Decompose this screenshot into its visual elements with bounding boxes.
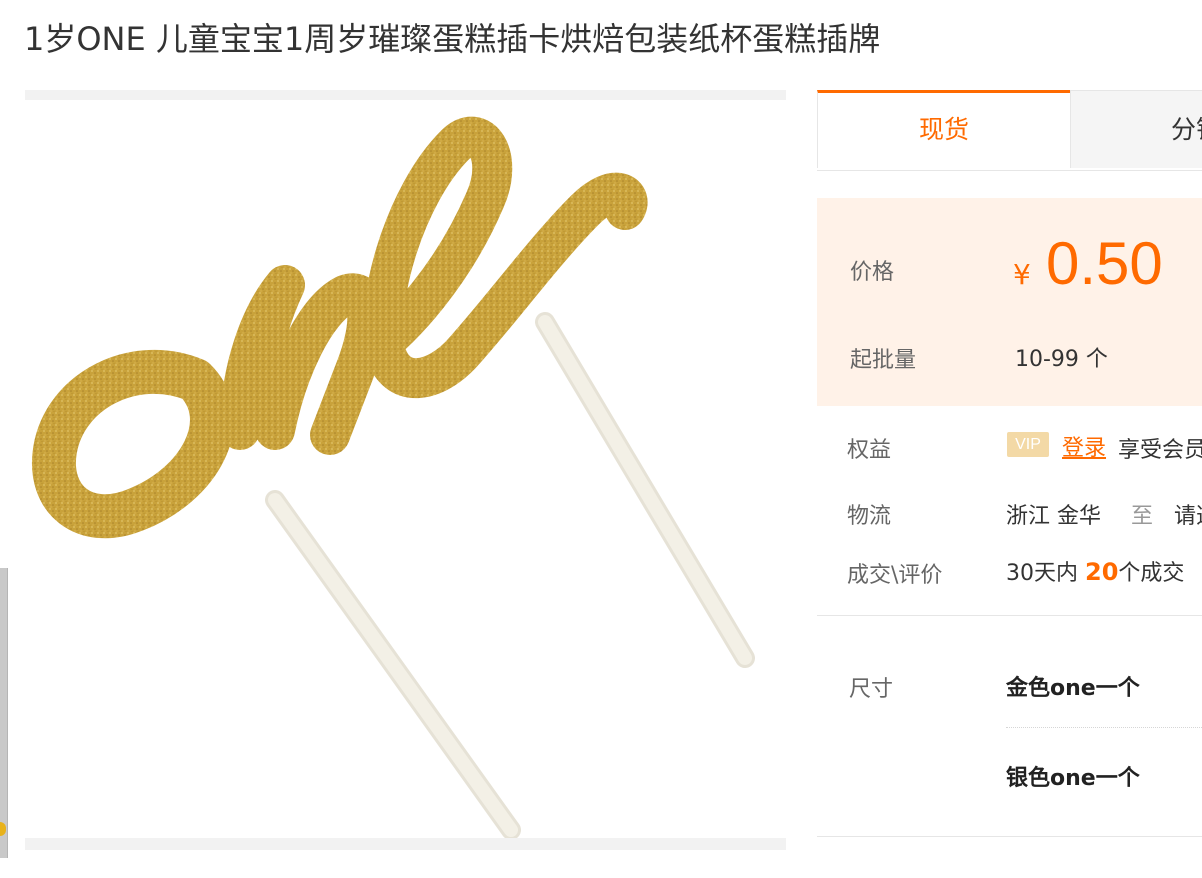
divider-bottom xyxy=(817,836,1202,837)
offer-tabs: 现货 分销 xyxy=(817,90,1202,171)
price-label: 价格 xyxy=(850,260,895,285)
size-option-gold[interactable]: 金色one一个 xyxy=(1006,670,1140,702)
login-link[interactable]: 登录 xyxy=(1062,430,1106,462)
vip-badge: VIP xyxy=(1007,432,1049,457)
tab-distribution[interactable]: 分销 xyxy=(1070,90,1202,168)
divider xyxy=(817,615,1202,616)
size-label: 尺寸 xyxy=(849,677,894,702)
logistics-destination[interactable]: 请选择 xyxy=(1174,498,1202,530)
cake-topper-illustration xyxy=(31,116,755,838)
deals-prefix: 30天内 xyxy=(1006,561,1078,586)
deals-label: 成交\评价 xyxy=(847,563,943,588)
deals-suffix: 个成交 xyxy=(1118,561,1185,586)
min-order-label: 起批量 xyxy=(850,348,917,373)
product-title: 1岁ONE 儿童宝宝1周岁璀璨蛋糕插卡烘焙包装纸杯蛋糕插牌 xyxy=(24,20,881,58)
tab-spot[interactable]: 现货 xyxy=(817,90,1070,168)
deals-text: 30天内 20个成交 xyxy=(1006,555,1184,587)
size-option-silver[interactable]: 银色one一个 xyxy=(1006,760,1140,792)
logistics-label: 物流 xyxy=(847,504,892,529)
product-image-frame xyxy=(25,90,786,850)
currency-symbol: ¥ xyxy=(1013,258,1031,291)
product-image[interactable] xyxy=(25,100,786,838)
benefits-text: 享受会员 xyxy=(1118,438,1202,463)
price-value: 0.50 xyxy=(1046,230,1163,297)
logistics-to: 至 xyxy=(1131,504,1154,529)
side-scroll-strip xyxy=(0,568,8,858)
deals-count: 20 xyxy=(1085,558,1119,586)
size-divider xyxy=(1006,727,1202,728)
logistics-origin: 浙江 金华 xyxy=(1006,504,1101,529)
benefits-label: 权益 xyxy=(847,438,892,463)
min-order-value: 10-99 个 xyxy=(1015,347,1108,372)
